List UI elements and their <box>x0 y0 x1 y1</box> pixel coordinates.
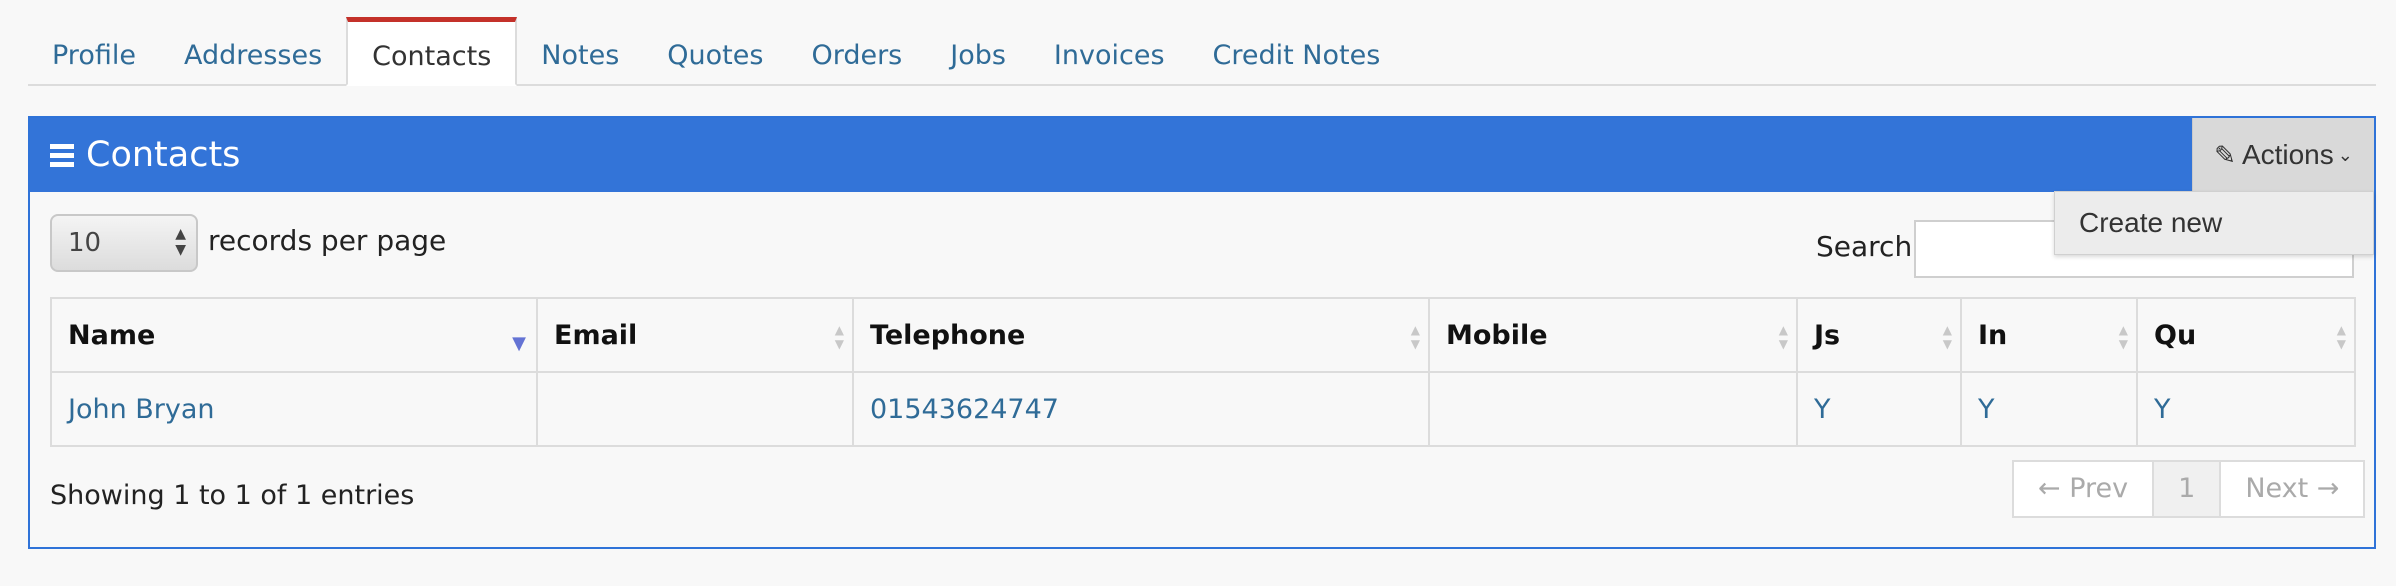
sort-desc-icon: ▼ <box>512 333 526 354</box>
tab-profile[interactable]: Profile <box>28 20 160 84</box>
column-header-js[interactable]: Js ▲ ▼ <box>1796 297 1962 373</box>
entries-info: Showing 1 to 1 of 1 entries <box>50 480 415 511</box>
column-header-in[interactable]: In ▲ ▼ <box>1960 297 2138 373</box>
cell-email <box>536 371 854 447</box>
tab-quotes[interactable]: Quotes <box>643 20 787 84</box>
tab-bar: Profile Addresses Contacts Notes Quotes … <box>28 17 2376 86</box>
panel-title-wrap: Contacts <box>50 118 240 192</box>
panel-header: Contacts ✎ Actions ⌄ <box>30 118 2374 192</box>
sort-icon: ▲ ▼ <box>1942 323 1952 351</box>
pagination: ← Prev 1 Next → <box>2012 460 2366 518</box>
contacts-table: Name ▼ Email ▲ ▼ Telephone ▲ ▼ Mobile ▲ ▼ Js ▲ ▼ … <box>50 297 2356 447</box>
hamburger-icon <box>50 140 74 171</box>
sort-icon: ▲ ▼ <box>2336 323 2346 351</box>
sort-icon: ▲ ▼ <box>1778 323 1788 351</box>
select-arrows-icon: ▲ ▼ <box>175 226 186 258</box>
records-per-page-select[interactable]: 10 ▲ ▼ <box>50 214 198 272</box>
tab-jobs[interactable]: Jobs <box>926 20 1030 84</box>
tab-contacts[interactable]: Contacts <box>346 17 518 86</box>
chevron-down-icon: ⌄ <box>2337 144 2353 165</box>
column-header-qu[interactable]: Qu ▲ ▼ <box>2136 297 2356 373</box>
menu-item-create-new[interactable]: Create new <box>2054 191 2374 255</box>
prev-button[interactable]: ← Prev <box>2014 462 2153 516</box>
search-label: Search: <box>1816 230 1922 263</box>
cell-name[interactable]: John Bryan <box>50 371 538 447</box>
table-row: John Bryan 01543624747 Y Y Y <box>50 371 2356 447</box>
sort-icon: ▲ ▼ <box>2118 323 2128 351</box>
column-header-email[interactable]: Email ▲ ▼ <box>536 297 854 373</box>
cell-qu[interactable]: Y <box>2136 371 2356 447</box>
sort-icon: ▲ ▼ <box>834 323 844 351</box>
next-button[interactable]: Next → <box>2219 462 2364 516</box>
tab-addresses[interactable]: Addresses <box>160 20 346 84</box>
sort-icon: ▲ ▼ <box>1410 323 1420 351</box>
tab-credit-notes[interactable]: Credit Notes <box>1189 20 1405 84</box>
actions-label: Actions <box>2241 139 2334 170</box>
column-header-telephone[interactable]: Telephone ▲ ▼ <box>852 297 1430 373</box>
cell-js[interactable]: Y <box>1796 371 1962 447</box>
tab-orders[interactable]: Orders <box>787 20 926 84</box>
page-1-button[interactable]: 1 <box>2152 462 2220 516</box>
actions-button[interactable]: ✎ Actions ⌄ <box>2192 118 2374 192</box>
column-header-name[interactable]: Name ▼ <box>50 297 538 373</box>
cell-mobile <box>1428 371 1798 447</box>
tab-invoices[interactable]: Invoices <box>1030 20 1189 84</box>
records-per-page-label: records per page <box>208 224 447 257</box>
records-per-page-value: 10 <box>68 228 102 258</box>
cell-telephone[interactable]: 01543624747 <box>852 371 1430 447</box>
cell-in[interactable]: Y <box>1960 371 2138 447</box>
column-header-mobile[interactable]: Mobile ▲ ▼ <box>1428 297 1798 373</box>
panel-title: Contacts <box>86 135 241 175</box>
pencil-icon: ✎ <box>2214 139 2236 170</box>
table-header-row: Name ▼ Email ▲ ▼ Telephone ▲ ▼ Mobile ▲ ▼ Js ▲ ▼ … <box>50 297 2356 373</box>
tab-notes[interactable]: Notes <box>517 20 643 84</box>
